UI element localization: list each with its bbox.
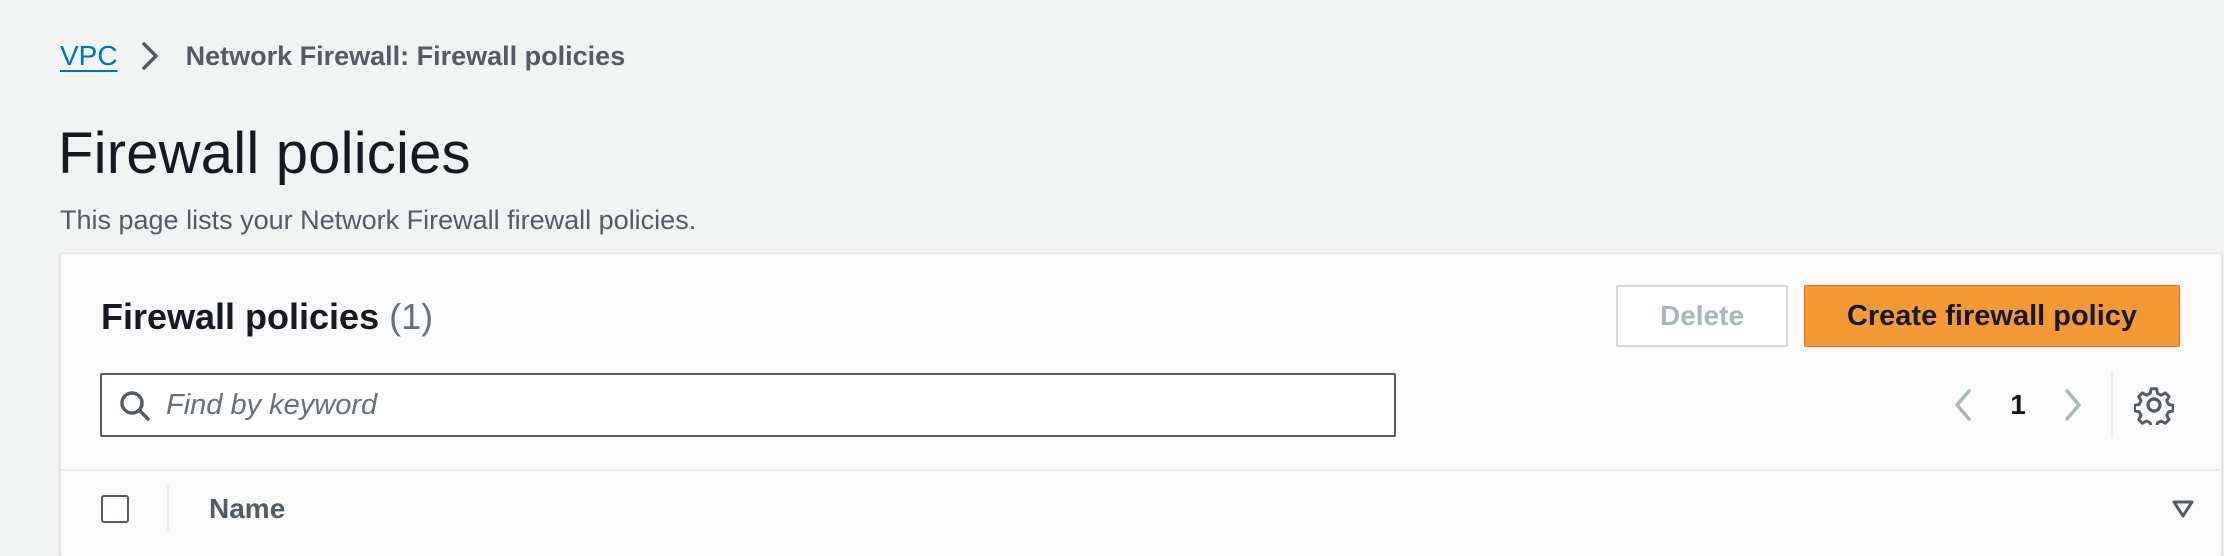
panel-title: Firewall policies — [101, 296, 380, 337]
breadcrumb-link-vpc[interactable]: VPC — [60, 40, 118, 72]
search-icon — [120, 391, 150, 421]
column-header-name[interactable]: Name — [209, 493, 285, 525]
panel-count: (1) — [389, 296, 434, 337]
select-all-checkbox[interactable] — [101, 495, 129, 523]
gear-icon[interactable] — [2134, 385, 2174, 425]
page-number[interactable]: 1 — [1983, 389, 2053, 421]
chevron-right-icon — [132, 38, 168, 74]
panel-heading: Firewall policies (1) — [101, 296, 433, 338]
page-description: This page lists your Network Firewall fi… — [60, 205, 697, 235]
sort-down-icon[interactable] — [2171, 497, 2195, 521]
page-title: Firewall policies — [58, 121, 471, 186]
delete-button[interactable]: Delete — [1616, 285, 1788, 347]
table-header: Name — [61, 469, 2221, 556]
pagination: 1 — [1943, 380, 2093, 430]
toolbar-divider — [2111, 372, 2113, 438]
breadcrumb-current: Network Firewall: Firewall policies — [185, 40, 626, 71]
firewall-policies-panel: Firewall policies (1) Delete Create firew… — [60, 253, 2222, 556]
search-box[interactable] — [100, 373, 1396, 437]
chevron-left-icon[interactable] — [1943, 385, 1983, 425]
column-divider — [167, 485, 169, 531]
breadcrumb: VPC Network Firewall: Firewall policies — [60, 38, 625, 74]
chevron-right-icon[interactable] — [2053, 385, 2093, 425]
create-firewall-policy-button[interactable]: Create firewall policy — [1804, 285, 2180, 347]
search-input[interactable] — [166, 375, 1366, 435]
